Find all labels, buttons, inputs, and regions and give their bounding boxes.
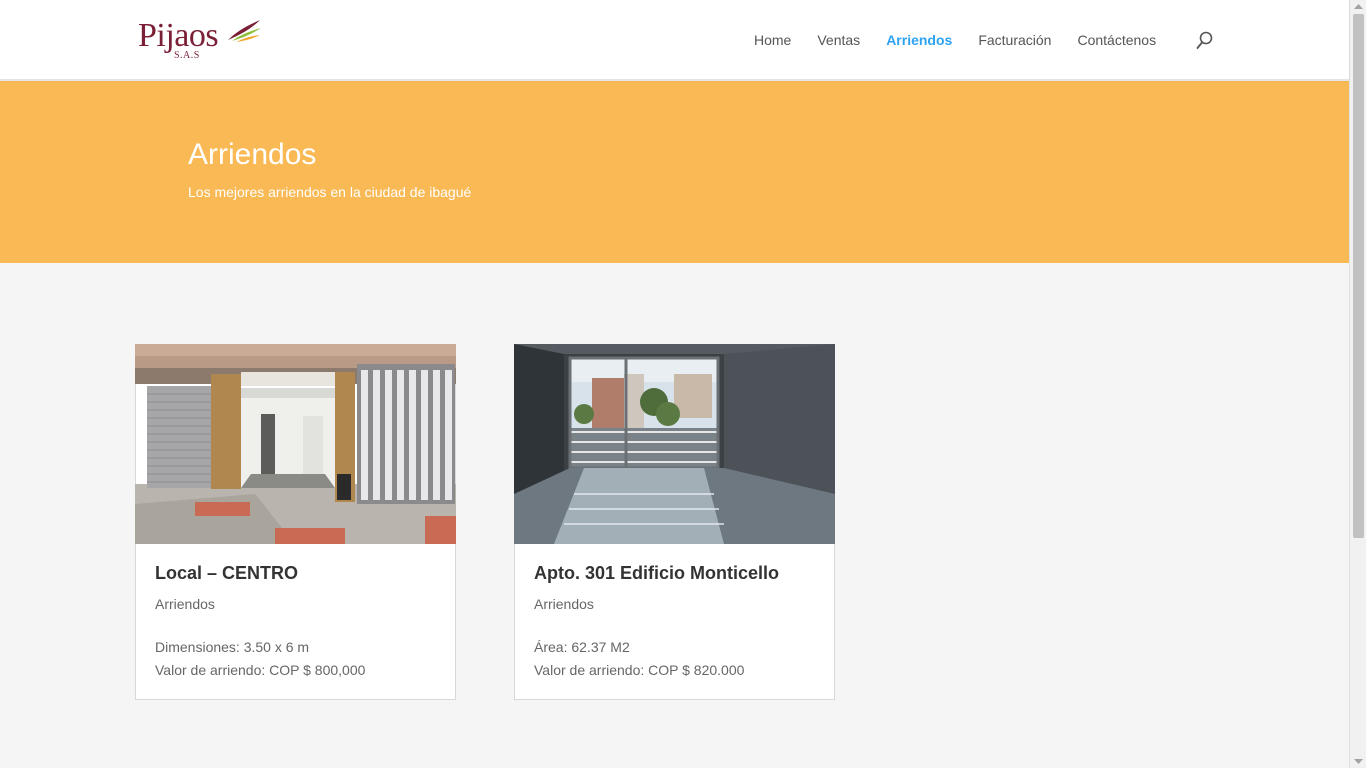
listing-area: Área: 62.37 M2	[534, 639, 630, 655]
hero-banner: Arriendos Los mejores arriendos en la ci…	[0, 81, 1349, 263]
page-scrollbar[interactable]	[1349, 0, 1366, 768]
main-nav: Home Ventas Arriendos Facturación Contác…	[754, 30, 1182, 50]
listing-dimensions: Dimensiones: 3.50 x 6 m	[155, 639, 310, 655]
leaf-icon	[228, 20, 261, 42]
scroll-down-icon[interactable]	[1350, 754, 1366, 768]
listing-title[interactable]: Local – CENTRO	[155, 561, 298, 585]
listing-image-apartment[interactable]	[514, 344, 835, 544]
page-subtitle: Los mejores arriendos en la ciudad de ib…	[188, 184, 472, 200]
nav-item-home[interactable]: Home	[754, 30, 791, 50]
site-logo[interactable]: Pijaos S.A.S	[138, 16, 268, 64]
listing-card: Apto. 301 Edificio Monticello Arriendos …	[514, 344, 835, 700]
storefront-image	[135, 344, 456, 544]
listing-price: Valor de arriendo: COP $ 820.000	[534, 662, 745, 678]
site-header: Pijaos S.A.S Home Ventas Arriendos Factu…	[0, 0, 1349, 80]
listing-card: Local – CENTRO Arriendos Dimensiones: 3.…	[135, 344, 456, 700]
scroll-thumb[interactable]	[1353, 14, 1364, 538]
listing-image-local[interactable]	[135, 344, 456, 544]
listing-category-link[interactable]: Arriendos	[534, 594, 594, 614]
nav-item-arriendos[interactable]: Arriendos	[886, 30, 952, 50]
scroll-up-icon[interactable]	[1350, 0, 1366, 14]
nav-item-ventas[interactable]: Ventas	[817, 30, 860, 50]
nav-item-contactenos[interactable]: Contáctenos	[1077, 30, 1156, 50]
nav-item-facturacion[interactable]: Facturación	[978, 30, 1051, 50]
logo-suffix: S.A.S	[174, 50, 200, 61]
listing-price: Valor de arriendo: COP $ 800,000	[155, 662, 366, 678]
apartment-image	[514, 344, 835, 544]
search-icon[interactable]	[1196, 31, 1214, 51]
listing-category-link[interactable]: Arriendos	[155, 594, 215, 614]
listing-title[interactable]: Apto. 301 Edificio Monticello	[534, 561, 779, 585]
page-title: Arriendos	[188, 138, 317, 171]
